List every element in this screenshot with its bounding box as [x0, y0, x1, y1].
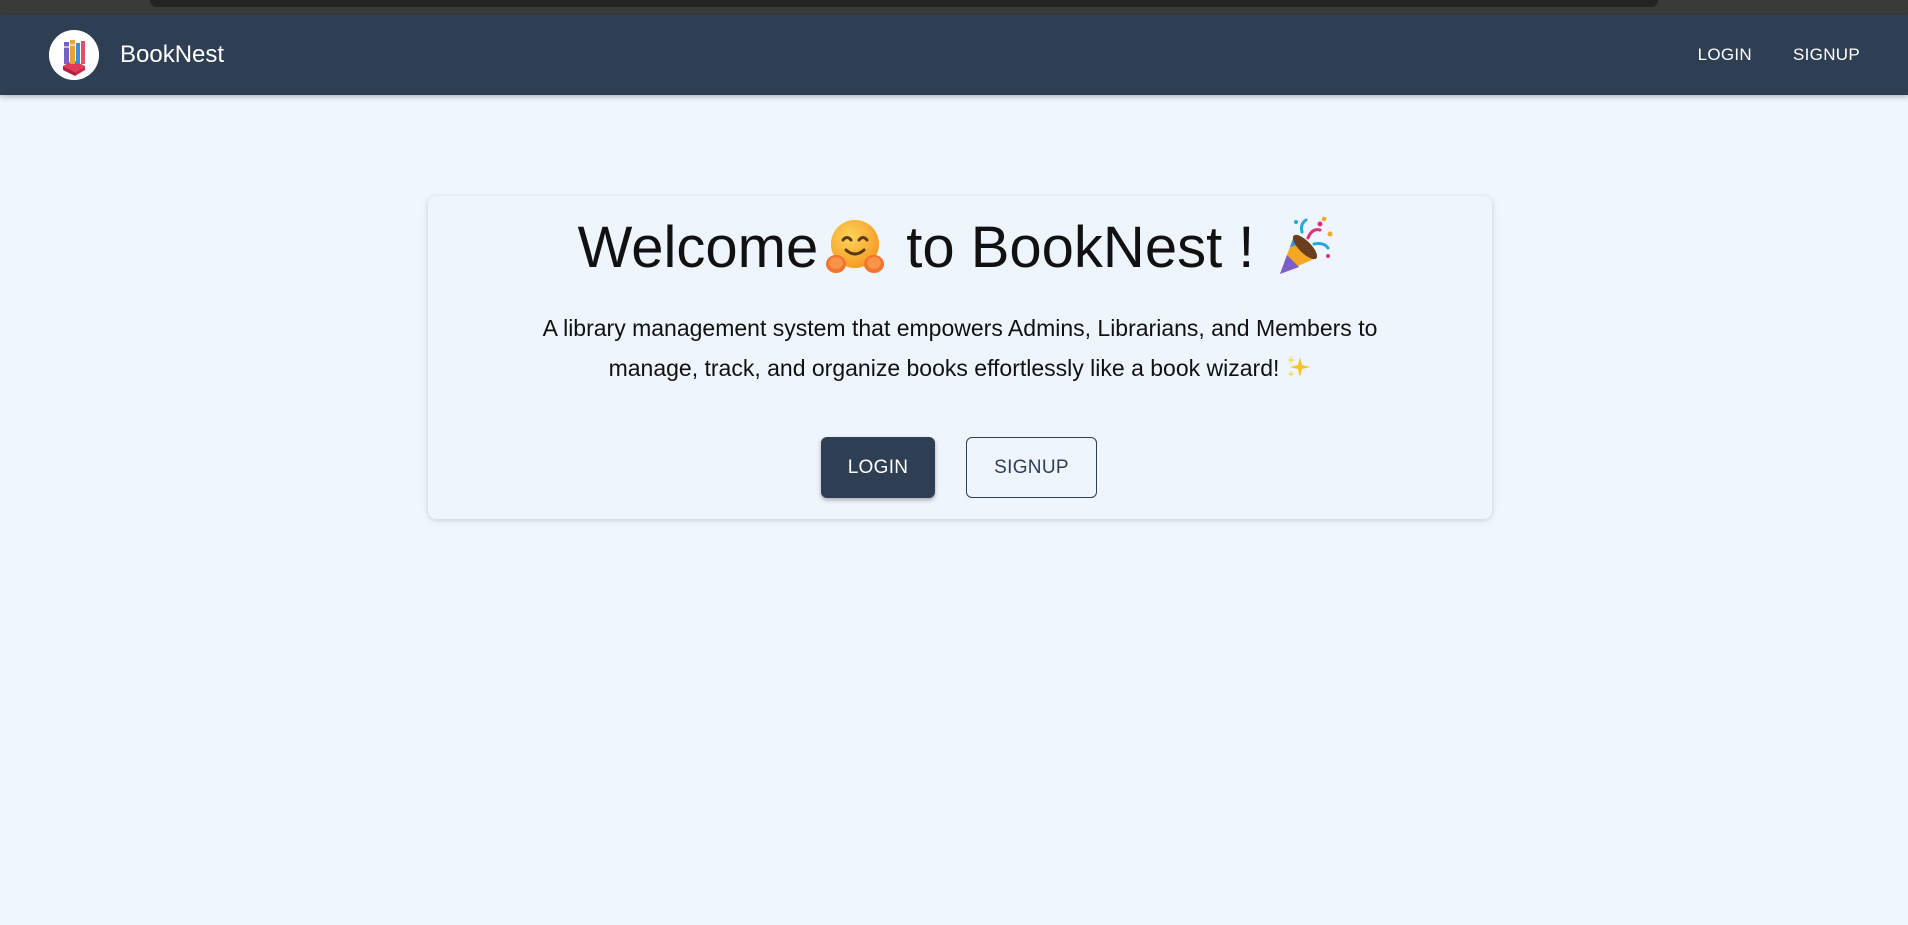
party-popper-icon [1272, 214, 1338, 280]
browser-top-strip [0, 0, 1908, 15]
browser-address-bar[interactable] [150, 0, 1658, 7]
book-stack-icon[interactable] [49, 30, 99, 80]
description-line-1: A library management system that empower… [542, 315, 1378, 341]
signup-button[interactable]: SIGNUP [966, 437, 1097, 498]
brand[interactable]: BookNest [49, 30, 224, 80]
welcome-card: Welcome to BookNest ! A library manageme… [428, 196, 1492, 519]
page-title: Welcome to BookNest ! [428, 214, 1492, 280]
page-description: A library management system that empower… [468, 308, 1452, 388]
title-booknest-text: to BookNest ! [906, 214, 1255, 280]
description-line-2: manage, track, and organize books effort… [608, 355, 1280, 381]
nav-signup-link[interactable]: SIGNUP [1793, 35, 1860, 75]
hugging-face-icon [822, 214, 888, 280]
login-button[interactable]: LOGIN [821, 437, 935, 498]
nav-login-link[interactable]: LOGIN [1698, 35, 1752, 75]
title-welcome-text: Welcome [577, 214, 819, 280]
top-navbar: BookNest LOGIN SIGNUP [0, 15, 1908, 95]
sparkles-icon [1285, 352, 1311, 378]
brand-name[interactable]: BookNest [120, 41, 224, 69]
nav-links: LOGIN SIGNUP [1657, 15, 1860, 95]
